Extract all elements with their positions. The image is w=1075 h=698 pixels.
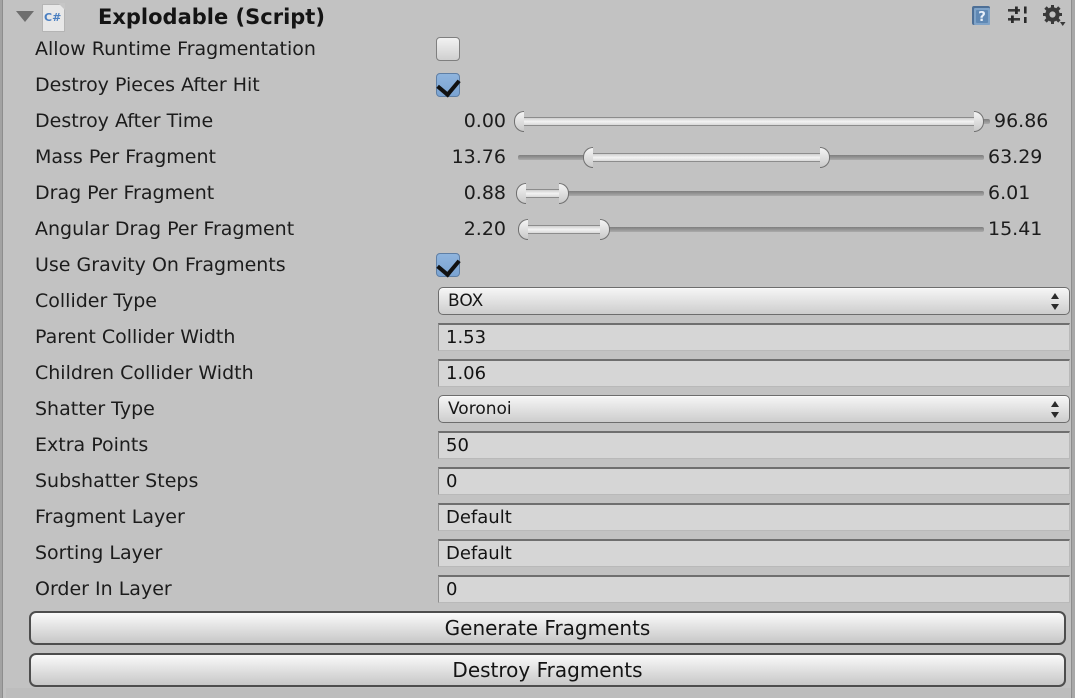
row-shatter-type[interactable]: Shatter Type Voronoi (6, 391, 1072, 427)
csharp-script-icon: C# (40, 2, 66, 32)
label-destroy-after-time: Destroy After Time (35, 110, 214, 132)
dropdown-collider-type-value: BOX (448, 291, 484, 311)
label-collider-type: Collider Type (35, 290, 157, 312)
input-subshatter-steps[interactable]: 0 (438, 467, 1070, 495)
label-allow-runtime-fragmentation: Allow Runtime Fragmentation (35, 38, 316, 60)
slider-mass-per-fragment[interactable] (518, 139, 984, 175)
row-mass-per-fragment[interactable]: Mass Per Fragment 13.76 63.29 (6, 139, 1072, 175)
slider-handle-max[interactable] (600, 219, 610, 240)
input-children-collider-width-value: 1.06 (446, 363, 487, 384)
help-icon[interactable]: ? (970, 4, 994, 28)
inspector-panel: C# Explodable (Script) ? Allow Runtime F… (0, 0, 1075, 698)
checkbox-destroy-pieces-after-hit[interactable] (436, 72, 461, 98)
slider-fill (588, 153, 821, 162)
input-children-collider-width[interactable]: 1.06 (438, 359, 1070, 387)
input-extra-points[interactable]: 50 (438, 431, 1070, 459)
chevron-updown-icon (1051, 401, 1060, 418)
row-sorting-layer[interactable]: Sorting Layer Default (6, 535, 1072, 571)
value-drag-per-fragment-max[interactable]: 6.01 (988, 175, 1030, 211)
input-subshatter-steps-value: 0 (446, 471, 458, 492)
chevron-updown-icon (1051, 293, 1060, 310)
row-use-gravity-on-fragments[interactable]: Use Gravity On Fragments (6, 247, 1072, 283)
value-angular-drag-per-fragment-max[interactable]: 15.41 (988, 211, 1042, 247)
checkbox-allow-runtime-fragmentation[interactable] (436, 37, 460, 61)
input-parent-collider-width[interactable]: 1.53 (438, 323, 1070, 351)
row-allow-runtime-fragmentation[interactable]: Allow Runtime Fragmentation (6, 31, 1072, 67)
label-parent-collider-width: Parent Collider Width (35, 326, 236, 348)
slider-handle-min[interactable] (514, 111, 524, 132)
row-children-collider-width[interactable]: Children Collider Width 1.06 (6, 355, 1072, 391)
label-children-collider-width: Children Collider Width (35, 362, 254, 384)
destroy-fragments-button[interactable]: Destroy Fragments (29, 653, 1066, 687)
label-sorting-layer: Sorting Layer (35, 542, 163, 564)
slider-fill (521, 189, 560, 198)
row-drag-per-fragment[interactable]: Drag Per Fragment 0.88 6.01 (6, 175, 1072, 211)
row-extra-points[interactable]: Extra Points 50 (6, 427, 1072, 463)
label-use-gravity-on-fragments: Use Gravity On Fragments (35, 254, 286, 276)
input-order-in-layer-value: 0 (446, 579, 458, 600)
foldout-toggle[interactable] (12, 0, 38, 33)
value-mass-per-fragment-max[interactable]: 63.29 (988, 139, 1042, 175)
slider-handle-min[interactable] (583, 147, 593, 168)
row-order-in-layer[interactable]: Order In Layer 0 (6, 571, 1072, 607)
input-extra-points-value: 50 (446, 435, 469, 456)
row-parent-collider-width[interactable]: Parent Collider Width 1.53 (6, 319, 1072, 355)
panel-bottom-strip (6, 688, 1072, 698)
slider-handle-min[interactable] (516, 183, 526, 204)
row-collider-type[interactable]: Collider Type BOX (6, 283, 1072, 319)
label-order-in-layer: Order In Layer (35, 578, 172, 600)
slider-drag-per-fragment[interactable] (516, 175, 984, 211)
csharp-icon-label: C# (44, 10, 62, 24)
dropdown-shatter-type-value: Voronoi (448, 399, 512, 419)
value-destroy-after-time-max[interactable]: 96.86 (994, 103, 1048, 139)
label-shatter-type: Shatter Type (35, 398, 155, 420)
row-subshatter-steps[interactable]: Subshatter Steps 0 (6, 463, 1072, 499)
value-mass-per-fragment-min[interactable]: 13.76 (406, 139, 506, 175)
check-icon (436, 252, 461, 278)
input-order-in-layer[interactable]: 0 (438, 575, 1070, 603)
slider-destroy-after-time[interactable] (514, 103, 990, 139)
slider-handle-max[interactable] (820, 147, 830, 168)
label-fragment-layer: Fragment Layer (35, 506, 185, 528)
input-sorting-layer[interactable]: Default (438, 539, 1070, 567)
value-angular-drag-per-fragment-min[interactable]: 2.20 (406, 211, 506, 247)
slider-fill (523, 225, 601, 234)
checkbox-use-gravity-on-fragments[interactable] (436, 252, 461, 278)
slider-angular-drag-per-fragment[interactable] (518, 211, 984, 247)
preset-icon[interactable] (1006, 4, 1030, 28)
input-fragment-layer[interactable]: Default (438, 503, 1070, 531)
label-mass-per-fragment: Mass Per Fragment (35, 146, 216, 168)
row-angular-drag-per-fragment[interactable]: Angular Drag Per Fragment 2.20 15.41 (6, 211, 1072, 247)
chevron-down-icon (16, 11, 34, 22)
row-fragment-layer[interactable]: Fragment Layer Default (6, 499, 1072, 535)
label-angular-drag-per-fragment: Angular Drag Per Fragment (35, 218, 295, 240)
dropdown-collider-type[interactable]: BOX (438, 287, 1070, 315)
component-header[interactable]: C# Explodable (Script) ? (6, 0, 1072, 33)
row-destroy-pieces-after-hit[interactable]: Destroy Pieces After Hit (6, 67, 1072, 103)
dropdown-shatter-type[interactable]: Voronoi (438, 395, 1070, 423)
slider-handle-max[interactable] (974, 111, 984, 132)
input-sorting-layer-value: Default (446, 543, 512, 564)
row-destroy-after-time[interactable]: Destroy After Time 0.00 96.86 (6, 103, 1072, 139)
slider-fill (519, 117, 975, 126)
settings-gear-icon[interactable] (1042, 4, 1066, 28)
svg-text:?: ? (978, 10, 986, 25)
label-extra-points: Extra Points (35, 434, 149, 456)
slider-handle-min[interactable] (518, 219, 528, 240)
value-destroy-after-time-min[interactable]: 0.00 (406, 103, 506, 139)
label-subshatter-steps: Subshatter Steps (35, 470, 199, 492)
header-icon-group: ? (970, 4, 1066, 28)
slider-handle-max[interactable] (559, 183, 569, 204)
check-icon (436, 72, 461, 98)
label-destroy-pieces-after-hit: Destroy Pieces After Hit (35, 74, 260, 96)
slider-track (516, 191, 984, 196)
input-fragment-layer-value: Default (446, 507, 512, 528)
input-parent-collider-width-value: 1.53 (446, 327, 487, 348)
label-drag-per-fragment: Drag Per Fragment (35, 182, 215, 204)
value-drag-per-fragment-min[interactable]: 0.88 (406, 175, 506, 211)
component-title: Explodable (Script) (98, 4, 325, 29)
generate-fragments-button[interactable]: Generate Fragments (29, 611, 1066, 645)
